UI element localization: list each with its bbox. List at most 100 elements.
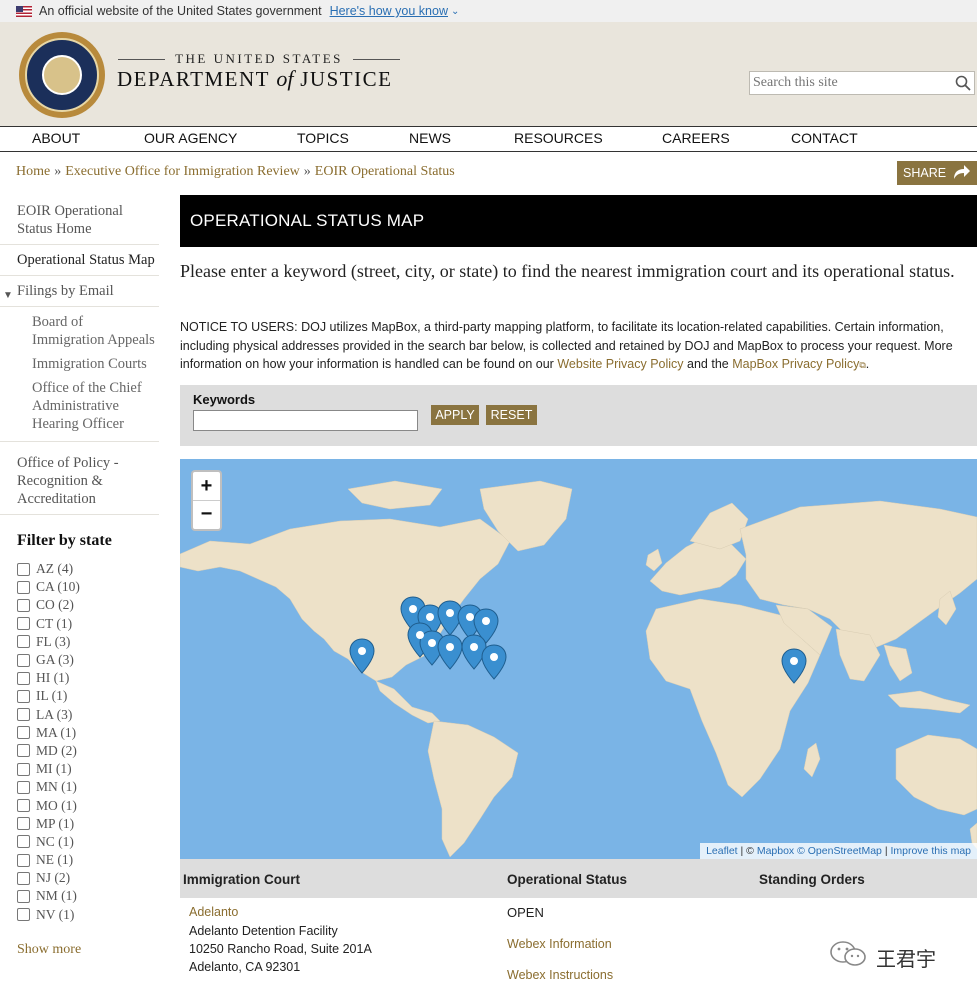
checkbox[interactable] [17,726,30,740]
checkbox[interactable] [17,689,30,703]
state-filter-fl[interactable]: FL (3) [0,633,159,651]
mapbox-link[interactable]: Mapbox [757,845,794,857]
state-filter-hi[interactable]: HI (1) [0,669,159,687]
state-filter-ne[interactable]: NE (1) [0,851,159,869]
nav-about[interactable]: ABOUT [32,130,80,146]
zoom-in-button[interactable]: + [193,472,220,500]
column-header-court: Immigration Court [183,872,300,887]
sidebar-item-office-of-policy[interactable]: Office of Policy - Recognition & Accredi… [0,442,159,515]
webex-instructions-link[interactable]: Webex Instructions [507,968,613,982]
checkbox[interactable] [17,889,30,903]
operational-status-map[interactable]: + − Leaflet | © Mapbox © OpenStreetMap |… [180,459,977,859]
nav-topics[interactable]: TOPICS [297,130,349,146]
checkbox[interactable] [17,635,30,649]
main-nav: ABOUT OUR AGENCY TOPICS NEWS RESOURCES C… [0,126,977,152]
state-filter-label: FL (3) [36,633,71,649]
attribution-separator: | [884,845,888,857]
state-filter-label: NV (1) [36,906,75,922]
state-filter-mi[interactable]: MI (1) [0,760,159,778]
sidebar: EOIR Operational Status Home Operational… [0,196,159,958]
openstreetmap-link[interactable]: © OpenStreetMap [797,845,882,857]
court-name-link[interactable]: Adelanto [189,905,238,919]
share-arrow-icon [951,164,971,183]
court-address-line: 10250 Rancho Road, Suite 201A [189,942,372,956]
breadcrumb-home[interactable]: Home [16,164,50,179]
world-map[interactable] [180,459,977,859]
checkbox[interactable] [17,835,30,849]
checkbox[interactable] [17,562,30,576]
state-filter-la[interactable]: LA (3) [0,706,159,724]
state-filter-ga[interactable]: GA (3) [0,651,159,669]
nav-contact[interactable]: CONTACT [791,130,858,146]
agency-name-top: THE UNITED STATES [118,51,400,67]
breadcrumb-operational-status[interactable]: EOIR Operational Status [315,164,455,179]
state-filter-nv[interactable]: NV (1) [0,906,159,924]
state-filter-nm[interactable]: NM (1) [0,887,159,905]
checkbox[interactable] [17,744,30,758]
site-search [749,71,975,95]
state-filter-md[interactable]: MD (2) [0,742,159,760]
state-filter-label: GA (3) [36,652,74,668]
state-filter-mo[interactable]: MO (1) [0,796,159,814]
agency-name[interactable]: DEPARTMENT of JUSTICE [117,66,392,92]
leaflet-link[interactable]: Leaflet [706,845,738,857]
keywords-input[interactable] [193,410,418,431]
sidebar-subitem-ocaho[interactable]: Office of the Chief Administrative Heari… [0,375,159,442]
checkbox[interactable] [17,817,30,831]
state-filter-il[interactable]: IL (1) [0,687,159,705]
state-filter-label: AZ (4) [36,561,74,577]
webex-information-link[interactable]: Webex Information [507,937,612,951]
nav-careers[interactable]: CAREERS [662,130,730,146]
sidebar-item-status-home[interactable]: EOIR Operational Status Home [0,196,159,245]
nav-resources[interactable]: RESOURCES [514,130,603,146]
checkbox[interactable] [17,853,30,867]
state-filter-ct[interactable]: CT (1) [0,615,159,633]
state-filter-ca[interactable]: CA (10) [0,578,159,596]
checkbox[interactable] [17,653,30,667]
zoom-control: + − [191,470,222,531]
nav-our-agency[interactable]: OUR AGENCY [144,130,237,146]
checkbox[interactable] [17,671,30,685]
heres-how-you-know-link[interactable]: Here's how you know [330,4,448,18]
court-address-line: Adelanto, CA 92301 [189,960,301,974]
state-filter-co[interactable]: CO (2) [0,596,159,614]
checkbox[interactable] [17,780,30,794]
breadcrumb-eoir[interactable]: Executive Office for Immigration Review [65,164,300,179]
doj-seal-logo[interactable] [19,32,105,118]
state-filter-ma[interactable]: MA (1) [0,724,159,742]
sidebar-subitem-immigration-courts[interactable]: Immigration Courts [0,351,159,375]
sidebar-item-label: Filings by Email [17,283,114,299]
us-flag-icon [16,5,32,17]
apply-button[interactable]: APPLY [431,405,479,425]
reset-button[interactable]: RESET [486,405,537,425]
show-more-link[interactable]: Show more [0,924,159,958]
state-filter-nj[interactable]: NJ (2) [0,869,159,887]
website-privacy-policy-link[interactable]: Website Privacy Policy [557,357,683,371]
checkbox[interactable] [17,617,30,631]
checkbox[interactable] [17,908,30,922]
sidebar-subitem-bia[interactable]: Board of Immigration Appeals [0,307,159,351]
sidebar-item-status-map[interactable]: Operational Status Map [0,245,159,276]
search-icon[interactable] [952,72,974,94]
gov-banner: An official website of the United States… [0,0,977,22]
zoom-out-button[interactable]: − [193,500,220,528]
checkbox[interactable] [17,708,30,722]
share-button[interactable]: SHARE [897,161,977,185]
state-filter-mp[interactable]: MP (1) [0,815,159,833]
state-filter-label: CA (10) [36,579,80,595]
checkbox[interactable] [17,871,30,885]
mapbox-privacy-policy-link[interactable]: MapBox Privacy Policy [732,357,859,371]
sidebar-item-filings-by-email[interactable]: ▼ Filings by Email [0,276,159,307]
checkbox[interactable] [17,799,30,813]
state-filter-mn[interactable]: MN (1) [0,778,159,796]
chevron-down-icon[interactable]: ⌄ [451,6,459,17]
nav-news[interactable]: NEWS [409,130,451,146]
search-input[interactable] [750,75,952,91]
improve-map-link[interactable]: Improve this map [890,845,971,857]
state-filter-nc[interactable]: NC (1) [0,833,159,851]
gov-banner-text: An official website of the United States… [39,4,322,18]
state-filter-az[interactable]: AZ (4) [0,560,159,578]
checkbox[interactable] [17,580,30,594]
checkbox[interactable] [17,598,30,612]
checkbox[interactable] [17,762,30,776]
